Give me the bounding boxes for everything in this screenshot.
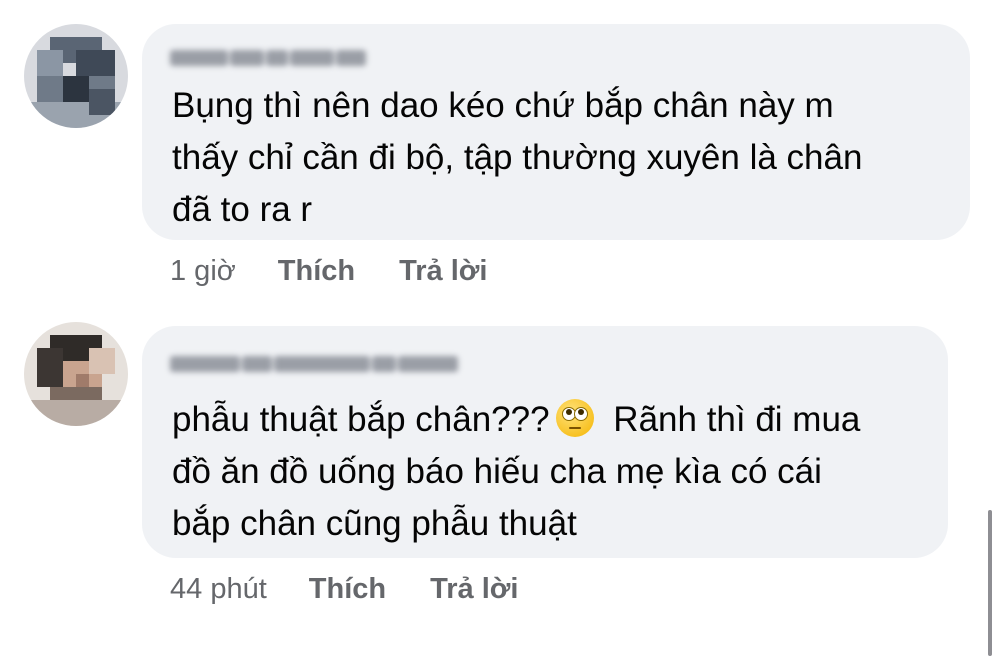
- face-with-rolling-eyes-icon: [555, 399, 594, 437]
- comment-author-name[interactable]: [170, 46, 366, 70]
- avatar[interactable]: [24, 322, 128, 426]
- comment-thread: Bụng thì nên dao kéo chứ bắp chân này m …: [0, 0, 1000, 656]
- comment-text: phẫu thuật bắp chân??? Rãnh thì đi mua đ…: [172, 394, 860, 550]
- comment-actions: 1 giờ Thích Trả lời: [170, 255, 531, 288]
- comment-actions: 44 phút Thích Trả lời: [170, 573, 562, 606]
- avatar[interactable]: [24, 24, 128, 128]
- comment-author-name[interactable]: [170, 352, 458, 376]
- reply-button[interactable]: Trả lời: [399, 255, 487, 288]
- comment-bubble: phẫu thuật bắp chân??? Rãnh thì đi mua đ…: [142, 326, 948, 558]
- scrollbar[interactable]: [988, 510, 992, 656]
- comment-text-part: phẫu thuật bắp chân???: [172, 400, 550, 439]
- like-button[interactable]: Thích: [278, 255, 355, 288]
- comment-timestamp[interactable]: 1 giờ: [170, 255, 236, 288]
- like-button[interactable]: Thích: [309, 573, 386, 606]
- reply-button[interactable]: Trả lời: [430, 573, 518, 606]
- comment-bubble: Bụng thì nên dao kéo chứ bắp chân này m …: [142, 24, 970, 240]
- comment-text: Bụng thì nên dao kéo chứ bắp chân này m …: [172, 86, 863, 229]
- comment-timestamp[interactable]: 44 phút: [170, 573, 267, 606]
